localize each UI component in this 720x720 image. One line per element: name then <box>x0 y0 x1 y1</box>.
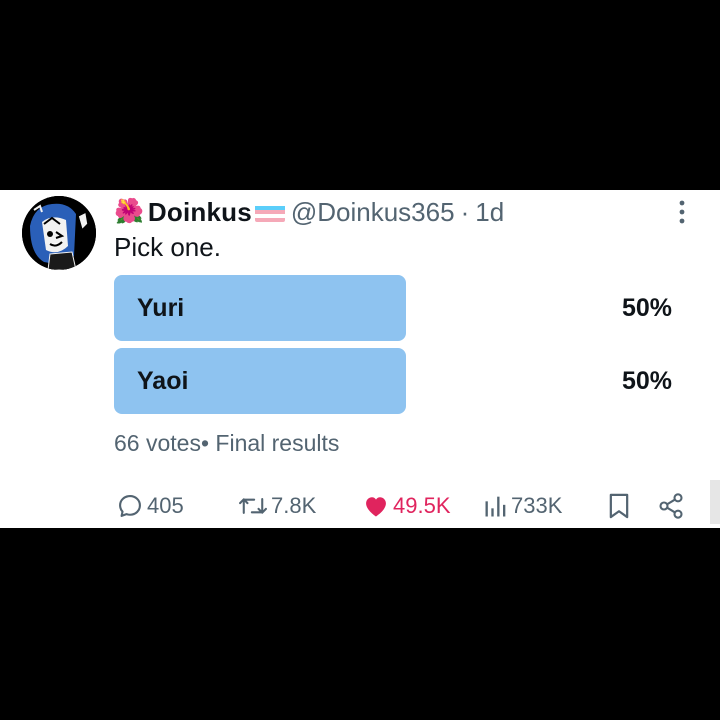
bookmark-icon <box>609 493 629 519</box>
reply-icon <box>119 495 141 517</box>
tweet-header: 🌺 Doinkus @Doinkus365 · 1d <box>114 197 504 227</box>
heart-icon <box>366 497 386 517</box>
repost-button[interactable]: 7.8K <box>238 488 316 524</box>
trans-flag-icon <box>254 202 285 222</box>
poll-status: Final results <box>215 430 340 456</box>
poll-meta: 66 votes• Final results <box>114 430 339 457</box>
avatar-image <box>22 196 96 270</box>
tweet-text: Pick one. <box>114 232 221 262</box>
poll-option-yaoi: Yaoi 50% <box>114 348 680 414</box>
views-button[interactable]: 733K <box>484 488 562 524</box>
post-time[interactable]: 1d <box>475 197 504 227</box>
poll-option-yuri: Yuri 50% <box>114 275 680 341</box>
share-button[interactable] <box>657 488 685 524</box>
share-icon <box>659 493 683 519</box>
poll-votes: 66 votes <box>114 430 201 456</box>
reply-button[interactable]: 405 <box>116 488 184 524</box>
repost-count: 7.8K <box>271 493 317 518</box>
like-count: 49.5K <box>393 493 451 518</box>
views-count: 733K <box>511 493 563 518</box>
tweet-card[interactable]: 🌺 Doinkus @Doinkus365 · 1d Pick one. Yur… <box>0 190 720 528</box>
like-button[interactable]: 49.5K <box>362 488 451 524</box>
poll-bullet: • <box>200 430 210 456</box>
avatar[interactable] <box>22 196 96 270</box>
author-emoji: 🌺 <box>114 198 144 225</box>
bookmark-button[interactable] <box>607 488 631 524</box>
views-chart-icon <box>485 496 506 517</box>
action-bar: 405 7.8K 49.5K 733K <box>0 488 720 524</box>
repost-icon <box>239 498 267 514</box>
poll-option-percent: 50% <box>621 294 672 322</box>
reply-count: 405 <box>147 493 184 518</box>
poll-option-label: Yaoi <box>137 367 189 395</box>
more-vertical-icon[interactable] <box>674 198 690 226</box>
poll-option-percent: 50% <box>621 367 672 395</box>
poll-option-label: Yuri <box>137 294 185 322</box>
separator-dot: · <box>460 197 470 227</box>
scrollbar[interactable] <box>710 480 720 524</box>
author-name[interactable]: Doinkus <box>148 197 252 227</box>
author-handle[interactable]: @Doinkus365 <box>291 197 455 227</box>
